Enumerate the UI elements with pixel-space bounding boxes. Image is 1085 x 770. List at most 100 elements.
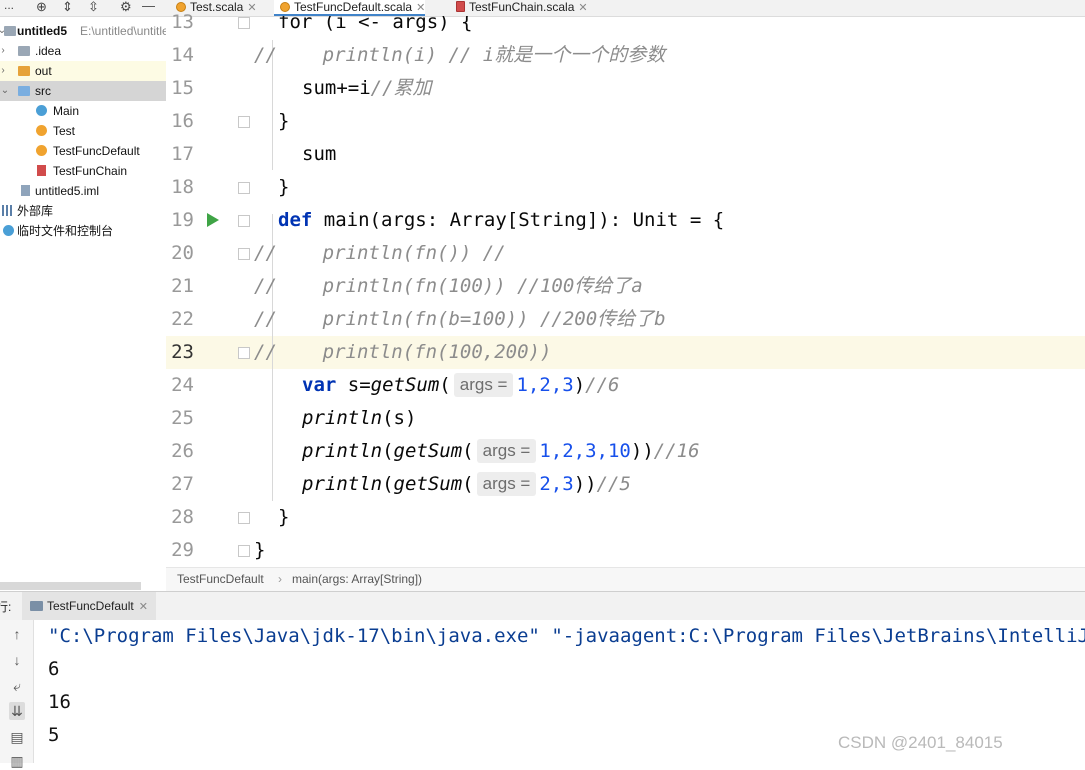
code-token: (s): [382, 407, 417, 429]
close-icon[interactable]: ✕: [247, 2, 256, 14]
code-line-27: println(getSum(args = 2,3))//5: [302, 472, 631, 496]
scroll-down-icon[interactable]: ↓: [9, 651, 25, 669]
fold-marker-icon[interactable]: [238, 116, 250, 128]
soft-wrap-icon[interactable]: ⤶: [9, 677, 25, 695]
console-line: 16: [48, 691, 71, 713]
project-menu-label[interactable]: ...: [4, 0, 14, 12]
code-line-29: }: [254, 539, 266, 561]
code-line-24: var s=getSum(args = 1,2,3)//6: [302, 373, 620, 397]
locate-icon[interactable]: ⊕: [36, 0, 47, 15]
collapse-all-icon[interactable]: ⇳: [88, 0, 99, 15]
tree-item-scratches[interactable]: 临时文件和控制台: [0, 221, 166, 241]
fold-marker-icon[interactable]: [238, 182, 250, 194]
tree-item-iml[interactable]: untitled5.iml: [0, 181, 166, 201]
tab-testfuncdefault-scala[interactable]: TestFuncDefault.scala ✕: [274, 0, 426, 16]
project-toolbar: ... ⊕ ⇕ ⇳ ⚙ —: [0, 0, 166, 17]
breadcrumb-item-class[interactable]: TestFuncDefault: [177, 568, 264, 591]
tree-item-label: TestFuncDefault: [53, 144, 140, 158]
run-side-toolbar: ↑ ↓ ⤶ ⇊ ▤ ▥: [0, 620, 34, 769]
code-keyword: def: [278, 209, 313, 231]
code-line-25: println(s): [254, 402, 416, 435]
fold-marker-icon[interactable]: [238, 545, 250, 557]
close-icon[interactable]: ✕: [578, 2, 587, 14]
chevron-right-icon[interactable]: ›: [0, 61, 8, 81]
delete-icon[interactable]: ▥: [9, 752, 25, 770]
tree-item-label: untitled5.iml: [35, 184, 100, 198]
code-keyword: var: [302, 374, 337, 396]
tree-item-main[interactable]: Main: [0, 101, 166, 121]
tab-label: Test.scala: [190, 0, 244, 14]
tab-testfunchain-scala[interactable]: TestFunChain.scala ✕: [450, 0, 588, 16]
watermark-text: CSDN @2401_84015: [838, 733, 1003, 752]
tree-item-label: Test: [53, 124, 76, 138]
hide-panel-icon[interactable]: —: [142, 0, 155, 13]
tree-item-label: 临时文件和控制台: [17, 224, 114, 238]
code-line-23: // println(fn(100,200)): [254, 341, 552, 363]
code-line-15: sum+=i//累加: [254, 72, 432, 105]
line-number: 24: [171, 374, 194, 396]
line-number: 21: [171, 275, 194, 297]
tree-item-label: Main: [53, 104, 80, 118]
tab-label: TestFunChain.scala: [469, 0, 575, 14]
tree-horizontal-scrollbar[interactable]: [0, 582, 141, 590]
tree-item-test[interactable]: Test: [0, 121, 166, 141]
code-numbers: 1,2,3,10: [539, 440, 631, 462]
line-number: 27: [171, 473, 194, 495]
tree-item-out[interactable]: › out: [0, 61, 166, 81]
tree-item-project-root[interactable]: ⌄ untitled5 E:\untitled\untitled5: [0, 21, 166, 41]
tree-item-label: .idea: [35, 44, 62, 58]
close-icon[interactable]: ✕: [416, 2, 425, 14]
run-tool-label: 行:: [0, 600, 12, 614]
chevron-right-icon[interactable]: ›: [0, 41, 8, 61]
folder-icon: [4, 26, 16, 36]
code-comment: //16: [653, 440, 700, 462]
fold-marker-icon[interactable]: [238, 248, 250, 260]
line-number: 13: [171, 11, 194, 33]
project-path: E:\untitled\untitled5: [80, 24, 166, 38]
code-comment: //6: [585, 374, 620, 396]
tree-item-src[interactable]: ⌄ src: [0, 81, 166, 101]
fold-marker-icon[interactable]: [238, 17, 250, 29]
scroll-up-icon[interactable]: ↑: [9, 625, 25, 643]
scala-object-icon: [280, 2, 290, 12]
run-config-icon: [30, 601, 43, 611]
line-number: 14: [171, 44, 194, 66]
code-comment: //5: [596, 473, 631, 495]
code-token: sum+=i: [302, 77, 371, 99]
tree-item-testfunchain[interactable]: TestFunChain: [0, 161, 166, 181]
tree-item-label: 外部库: [17, 204, 54, 218]
print-icon[interactable]: ▤: [9, 728, 25, 746]
fold-marker-icon[interactable]: [238, 512, 250, 524]
line-number: 25: [171, 407, 194, 429]
run-panel-header: 行: TestFuncDefault ✕: [0, 591, 1085, 621]
settings-gear-icon[interactable]: ⚙: [120, 0, 132, 15]
breadcrumb-item-method[interactable]: main(args: Array[String]): [292, 568, 422, 591]
close-icon[interactable]: ✕: [139, 601, 148, 613]
tree-item-external-libraries[interactable]: 外部库: [0, 201, 166, 221]
folder-icon: [18, 66, 30, 76]
chevron-down-icon[interactable]: ⌄: [0, 81, 10, 101]
tree-item-idea[interactable]: › .idea: [0, 41, 166, 61]
code-line-26: println(getSum(args = 1,2,3,10))//16: [302, 439, 700, 463]
parameter-hint: args =: [476, 439, 537, 463]
fold-marker-icon[interactable]: [238, 347, 250, 359]
code-token: s=: [336, 374, 371, 396]
code-line-22: // println(fn(b=100)) //200传给了b: [254, 308, 666, 330]
source-folder-icon: [18, 86, 30, 96]
run-main-icon[interactable]: [207, 213, 219, 227]
expand-all-icon[interactable]: ⇕: [62, 0, 73, 15]
code-line-19: def main(args: Array[String]): Unit = {: [254, 204, 724, 237]
code-line-20: // println(fn()) //: [254, 242, 506, 264]
console-line: 6: [48, 658, 60, 680]
line-number: 17: [171, 143, 194, 165]
tab-run-testfuncdefault[interactable]: TestFuncDefault ✕: [22, 592, 156, 620]
code-function: getSum: [393, 473, 463, 495]
tree-item-testfuncdefault[interactable]: TestFuncDefault: [0, 141, 166, 161]
line-number: 18: [171, 176, 194, 198]
tab-label: TestFuncDefault.scala: [294, 0, 413, 14]
scroll-to-end-icon[interactable]: ⇊: [9, 702, 25, 720]
parameter-hint: args =: [476, 472, 537, 496]
fold-marker-icon[interactable]: [238, 215, 250, 227]
code-line-17: sum: [302, 143, 337, 165]
code-line-16: }: [278, 110, 290, 132]
